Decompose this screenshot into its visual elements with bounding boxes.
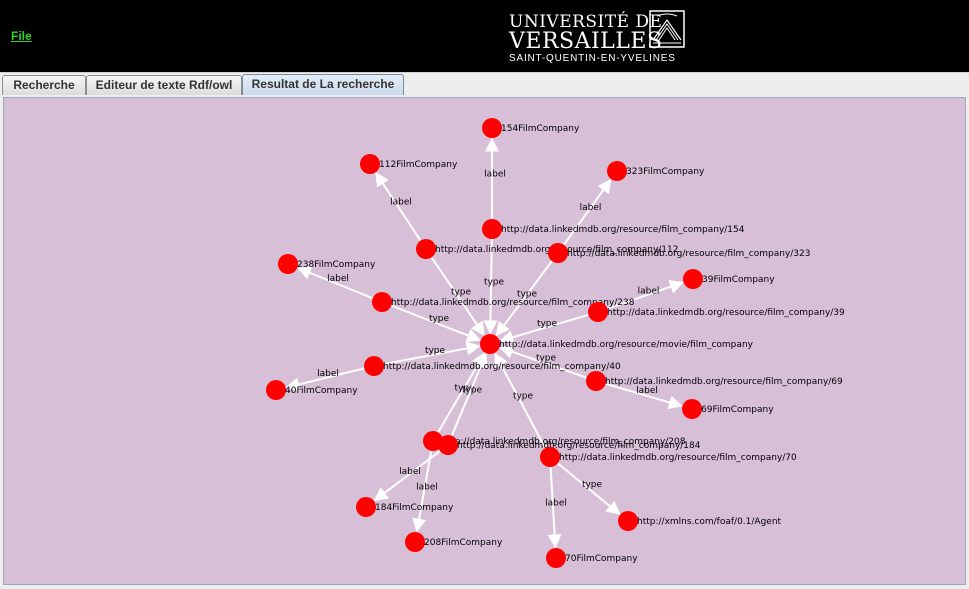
graph-node-circle[interactable]	[416, 239, 436, 259]
graph-node-circle[interactable]	[546, 548, 566, 568]
graph-node-l40[interactable]: 40FilmCompany	[266, 380, 358, 400]
graph-edge-label: label	[638, 287, 660, 297]
graph-node-label: http://data.linkedmdb.org/resource/film_…	[607, 308, 845, 318]
file-menu[interactable]: File	[11, 29, 32, 43]
graph-node-label: http://data.linkedmdb.org/resource/film_…	[605, 377, 843, 387]
graph-node-l70[interactable]: 70FilmCompany	[546, 548, 638, 568]
graph-node-circle[interactable]	[356, 497, 376, 517]
graph-node-circle[interactable]	[540, 447, 560, 467]
graph-node-fc154[interactable]: http://data.linkedmdb.org/resource/film_…	[482, 219, 745, 239]
graph-node-label: http://data.linkedmdb.org/resource/film_…	[567, 249, 810, 259]
graph-node-agent[interactable]: http://xmlns.com/foaf/0.1/Agent	[618, 511, 782, 531]
graph-node-l39[interactable]: 39FilmCompany	[683, 269, 775, 289]
tab-editeur-rdf-owl[interactable]: Editeur de texte Rdf/owl	[86, 75, 242, 95]
graph-edge-label: label	[416, 483, 438, 493]
graph-node-label: http://data.linkedmdb.org/resource/film_…	[457, 441, 701, 451]
graph-node-l112[interactable]: 112FilmCompany	[360, 154, 458, 174]
graph-node-fc69[interactable]: http://data.linkedmdb.org/resource/film_…	[586, 371, 843, 391]
graph-node-circle[interactable]	[607, 161, 627, 181]
graph-edge-label: type	[429, 314, 450, 324]
graph-node-circle[interactable]	[618, 511, 638, 531]
graph-edge-label: label	[399, 467, 421, 477]
app-header: File UNIVERSITÉ DE VERSAILLES SAINT-QUEN…	[0, 0, 969, 72]
graph-edge-label: label	[484, 170, 506, 180]
graph-node-circle[interactable]	[588, 302, 608, 322]
graph-node-l323[interactable]: 323FilmCompany	[607, 161, 705, 181]
graph-node-label: http://xmlns.com/foaf/0.1/Agent	[637, 517, 782, 527]
tab-resultat-recherche[interactable]: Resultat de La recherche	[242, 74, 404, 96]
graph-node-l208[interactable]: 208FilmCompany	[405, 532, 503, 552]
graph-edge-label: type	[451, 288, 472, 298]
rdf-graph-canvas[interactable]: type type type type type type type type type type…	[3, 97, 966, 585]
graph-node-label: 184FilmCompany	[375, 503, 454, 513]
graph-node-circle[interactable]	[480, 334, 500, 354]
graph-node-label: 154FilmCompany	[501, 124, 580, 134]
graph-node-center[interactable]: http://data.linkedmdb.org/resource/movie…	[480, 334, 754, 354]
graph-node-circle[interactable]	[364, 356, 384, 376]
university-logo: UNIVERSITÉ DE VERSAILLES SAINT-QUENTIN-E…	[509, 10, 687, 66]
graph-node-label: 238FilmCompany	[297, 260, 376, 270]
graph-edge-label: label	[545, 499, 567, 509]
graph-node-circle[interactable]	[682, 399, 702, 419]
logo-line-3: SAINT-QUENTIN-EN-YVELINES	[509, 53, 676, 64]
graph-edge-label: label	[636, 386, 658, 396]
graph-edge-label: label	[390, 198, 412, 208]
graph-node-l184[interactable]: 184FilmCompany	[356, 497, 454, 517]
graph-node-label: http://data.linkedmdb.org/resource/film_…	[501, 225, 745, 235]
graph-node-l238[interactable]: 238FilmCompany	[278, 254, 376, 274]
graph-node-label: 39FilmCompany	[702, 275, 775, 285]
graph-edge-label: type	[484, 278, 505, 288]
tab-recherche[interactable]: Recherche	[2, 75, 86, 95]
graph-edge-label: type	[582, 480, 603, 490]
graph-node-label: 70FilmCompany	[565, 554, 638, 564]
graph-node-circle[interactable]	[372, 292, 392, 312]
graph-node-circle[interactable]	[266, 380, 286, 400]
graph-edge-label: label	[580, 203, 602, 213]
rdf-graph[interactable]: typetype typetype typetypetypetypetypetype…	[4, 98, 965, 584]
graph-node-circle[interactable]	[482, 118, 502, 138]
graph-edge-label: label	[317, 369, 339, 379]
graph-node-circle[interactable]	[586, 371, 606, 391]
graph-node-label: http://data.linkedmdb.org/resource/film_…	[383, 362, 621, 372]
graph-node-circle[interactable]	[482, 219, 502, 239]
graph-node-l154[interactable]: 154FilmCompany	[482, 118, 580, 138]
graph-edge-label: type	[513, 392, 534, 402]
graph-edge-label: type	[462, 386, 483, 396]
graph-node-label: 208FilmCompany	[424, 538, 503, 548]
graph-node-fc40[interactable]: http://data.linkedmdb.org/resource/film_…	[364, 356, 621, 376]
graph-node-label: 69FilmCompany	[701, 405, 774, 415]
graph-node-circle[interactable]	[360, 154, 380, 174]
graph-node-label: 112FilmCompany	[379, 160, 458, 170]
graph-node-circle[interactable]	[278, 254, 298, 274]
graph-edge-label: type	[425, 346, 446, 356]
graph-node-circle[interactable]	[548, 243, 568, 263]
graph-node-circle[interactable]	[405, 532, 425, 552]
tab-strip: Recherche Editeur de texte Rdf/owl Resul…	[0, 72, 969, 96]
logo-line-2: VERSAILLES	[509, 29, 663, 54]
university-emblem-icon	[649, 10, 685, 48]
graph-node-label: 40FilmCompany	[285, 386, 358, 396]
graph-edge-label: type	[537, 319, 558, 329]
graph-edge-label: label	[327, 274, 349, 284]
graph-node-label: http://data.linkedmdb.org/resource/film_…	[559, 453, 797, 463]
graph-node-label: 323FilmCompany	[626, 167, 705, 177]
result-panel: type type type type type type type type type type…	[0, 95, 969, 589]
graph-node-circle[interactable]	[438, 435, 458, 455]
graph-node-l69[interactable]: 69FilmCompany	[682, 399, 774, 419]
graph-node-circle[interactable]	[683, 269, 703, 289]
graph-node-label: http://data.linkedmdb.org/resource/movie…	[499, 340, 754, 350]
